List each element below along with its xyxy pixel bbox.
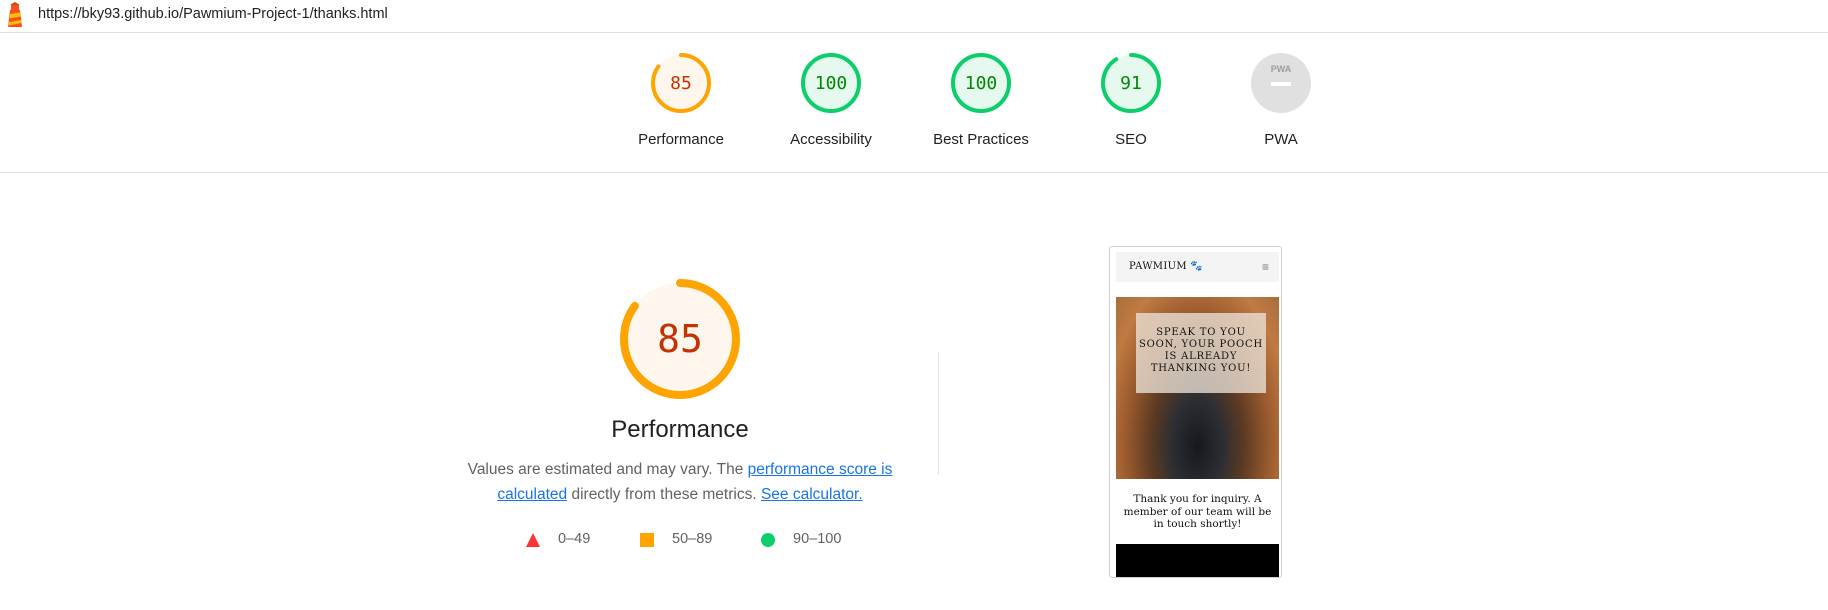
gauge-best-practices-ring: 100 (951, 53, 1011, 113)
gauge-label: Performance (638, 131, 724, 148)
desc-text: Values are estimated and may vary. The (467, 461, 748, 478)
gauge-label: PWA (1264, 131, 1298, 148)
see-calculator-link[interactable]: See calculator. (761, 486, 863, 503)
hamburger-icon: ≡ (1261, 260, 1269, 274)
page-url[interactable]: https://bky93.github.io/Pawmium-Project-… (38, 6, 388, 22)
site-brand: PAWMIUM 🐾 (1129, 261, 1204, 272)
performance-score: 85 (657, 317, 703, 361)
score-summary: 85 Performance 100 Accessibility 100 Bes… (0, 33, 1828, 173)
gauge-seo-ring: 91 (1101, 53, 1161, 113)
legend-range: 50–89 (672, 531, 713, 547)
thanks-text: Thank you for inquiry. A member of our t… (1123, 493, 1272, 530)
gauge-score: 91 (1120, 73, 1142, 94)
lighthouse-icon (8, 2, 22, 27)
gauge-label: SEO (1115, 131, 1147, 148)
legend-range: 0–49 (558, 531, 591, 547)
pwa-badge-icon: PWA (1251, 53, 1311, 113)
divider (938, 352, 939, 474)
legend-range: 90–100 (793, 531, 842, 547)
hero-box: SPEAK TO YOU SOON, YOUR POOCH IS ALREADY… (1136, 313, 1266, 393)
gauge-score: 100 (815, 73, 848, 94)
performance-gauge: 85 (620, 279, 740, 399)
desc-text: directly from these metrics. (567, 486, 761, 503)
hero-text: SPEAK TO YOU SOON, YOUR POOCH IS ALREADY… (1139, 327, 1263, 374)
pwa-badge-text: PWA (1271, 64, 1292, 74)
gauge-score: 85 (670, 73, 692, 94)
triangle-icon (526, 533, 540, 547)
dog-nose-image: SPEAK TO YOU SOON, YOUR POOCH IS ALREADY… (1116, 297, 1279, 479)
performance-description: Values are estimated and may vary. The p… (460, 457, 900, 507)
url-bar: https://bky93.github.io/Pawmium-Project-… (0, 0, 1828, 33)
gauge-performance-ring: 85 (651, 53, 711, 113)
gauge-accessibility-ring: 100 (801, 53, 861, 113)
gauge-score: 100 (965, 73, 998, 94)
gauge-label: Accessibility (790, 131, 872, 148)
square-icon (640, 533, 654, 547)
site-footer (1116, 544, 1279, 577)
gauge-label: Best Practices (933, 131, 1029, 148)
performance-title: Performance (611, 416, 749, 443)
final-screenshot[interactable]: PAWMIUM 🐾 ≡ SPEAK TO YOU SOON, YOUR POOC… (1109, 246, 1282, 578)
circle-icon (761, 533, 775, 547)
paw-icon: 🐾 (1190, 261, 1204, 272)
site-navbar: PAWMIUM 🐾 ≡ (1116, 252, 1279, 282)
